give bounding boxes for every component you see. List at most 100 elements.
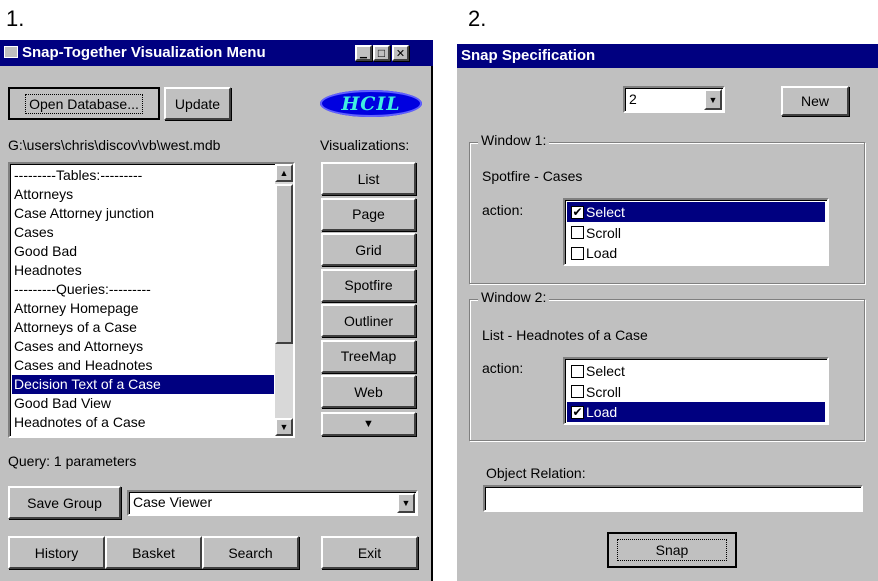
window2-action-label: action: (482, 360, 524, 376)
list-item[interactable]: Cases (12, 223, 274, 242)
window1-action-list[interactable]: ✔ Select Scroll Load (563, 198, 829, 266)
open-database-label: Open Database... (25, 93, 143, 114)
list-item[interactable]: ---------Queries:--------- (12, 280, 274, 299)
snap-label: Snap (616, 539, 728, 561)
window-edge (431, 40, 433, 581)
list-item[interactable]: Attorneys of a Case (12, 318, 274, 337)
viz-button-label: Outliner (343, 312, 394, 329)
window1-action-load[interactable]: Load (567, 243, 825, 263)
chevron-down-icon: ▼ (363, 418, 374, 430)
viz-button-treemap[interactable]: TreeMap (321, 339, 416, 373)
list-item[interactable]: Decision Text of a Case (12, 375, 274, 394)
list-item[interactable]: Headnotes (12, 261, 274, 280)
checkbox-icon[interactable] (571, 385, 584, 398)
scroll-up-button[interactable]: ▲ (275, 164, 293, 182)
history-label: History (34, 544, 79, 561)
list-item[interactable]: Good Bad View (12, 394, 274, 413)
panel-number-1: 1. (6, 6, 25, 31)
window1-label: Window 1: (478, 132, 550, 148)
checkbox-icon[interactable] (571, 226, 584, 239)
window2-label: Window 2: (478, 289, 550, 305)
list-item[interactable]: Case Attorney junction (12, 204, 274, 223)
close-icon: ✕ (395, 47, 406, 60)
more-visualizations-button[interactable]: ▼ (321, 412, 416, 436)
list-item[interactable]: Attorney Homepage (12, 299, 274, 318)
viz-button-spotfire[interactable]: Spotfire (321, 268, 416, 302)
checkbox-checked-icon[interactable]: ✔ (571, 205, 584, 219)
window1-source: Spotfire - Cases (482, 168, 583, 184)
visualizations-label: Visualizations: (320, 137, 410, 153)
maximize-button[interactable]: □ (373, 45, 390, 61)
list-scrollbar[interactable]: ▲ ▼ (275, 164, 293, 436)
snap-window-title: Snap Specification (461, 47, 596, 64)
list-item[interactable]: Headnotes of a Case (12, 413, 274, 432)
list-rows: ---------Tables:--------- Attorneys Case A… (12, 166, 274, 432)
save-group-button[interactable]: Save Group (8, 486, 121, 519)
action-label: Select (586, 204, 625, 220)
window-count-select[interactable]: 2 ▼ (623, 86, 725, 113)
list-item[interactable]: Cases and Headnotes (12, 356, 274, 375)
viz-button-list[interactable]: List (321, 162, 416, 195)
action-label: Scroll (586, 383, 622, 400)
viz-button-label: List (357, 170, 380, 187)
snap-window: Snap Specification 2 ▼ New Window 1: Spo… (455, 44, 878, 581)
update-button[interactable]: Update (164, 87, 231, 120)
window2-action-select[interactable]: Select (567, 361, 825, 381)
snap-button[interactable]: Snap (607, 532, 737, 568)
viz-button-label: Spotfire (344, 277, 393, 293)
window-count-dropdown-button[interactable]: ▼ (704, 89, 722, 110)
new-button[interactable]: New (781, 86, 849, 116)
viz-button-web[interactable]: Web (321, 375, 416, 408)
viz-button-label: Web (354, 383, 383, 400)
action-label: Scroll (586, 224, 622, 241)
checkbox-icon[interactable] (571, 246, 584, 260)
search-button[interactable]: Search (202, 536, 299, 569)
scroll-thumb[interactable] (275, 184, 293, 344)
snap-titlebar: Snap Specification (457, 44, 878, 68)
search-label: Search (228, 544, 273, 561)
group-dropdown-button[interactable]: ▼ (397, 493, 415, 513)
scroll-down-button[interactable]: ▼ (275, 418, 293, 436)
window2-action-list[interactable]: Select Scroll ✔ Load (563, 357, 829, 425)
list-item[interactable]: Cases and Attorneys (12, 337, 274, 356)
dropdown-arrow-icon: ▼ (708, 94, 718, 105)
action-label: Load (586, 404, 618, 420)
checkbox-checked-icon[interactable]: ✔ (571, 405, 584, 419)
viz-button-outliner[interactable]: Outliner (321, 304, 416, 337)
window1-action-scroll[interactable]: Scroll (567, 223, 825, 243)
close-button[interactable]: ✕ (392, 45, 409, 61)
object-relation-input[interactable] (483, 485, 863, 512)
open-database-button[interactable]: Open Database... (8, 87, 160, 120)
dropdown-arrow-icon: ▼ (401, 498, 411, 508)
viz-button-label: Grid (355, 241, 382, 258)
window-count-value: 2 (629, 91, 637, 107)
group-select[interactable]: Case Viewer ▼ (127, 490, 418, 516)
arrow-up-icon: ▲ (279, 168, 289, 178)
list-item[interactable]: ---------Tables:--------- (12, 166, 274, 185)
history-button[interactable]: History (8, 536, 105, 569)
window2-source: List - Headnotes of a Case (482, 327, 648, 343)
exit-label: Exit (357, 544, 382, 561)
minimize-icon: ▁ (360, 47, 367, 58)
viz-button-page[interactable]: Page (321, 197, 416, 231)
app-icon (4, 46, 18, 58)
viz-button-grid[interactable]: Grid (321, 233, 416, 266)
panel-number-2: 2. (468, 6, 487, 31)
action-label: Load (586, 245, 618, 261)
list-item[interactable]: Good Bad (12, 242, 274, 261)
update-label: Update (174, 95, 221, 112)
basket-button[interactable]: Basket (105, 536, 202, 569)
action-label: Select (586, 363, 625, 379)
window2-action-load[interactable]: ✔ Load (567, 402, 825, 422)
exit-button[interactable]: Exit (321, 536, 418, 569)
window1-action-select[interactable]: ✔ Select (567, 202, 825, 222)
menu-window: Snap-Together Visualization Menu ▁ □ ✕ O… (0, 40, 433, 581)
list-item[interactable]: Attorneys (12, 185, 274, 204)
window2-action-scroll[interactable]: Scroll (567, 382, 825, 402)
table-query-list[interactable]: ---------Tables:--------- Attorneys Case A… (8, 162, 295, 438)
query-status: Query: 1 parameters (8, 453, 137, 469)
checkbox-icon[interactable] (571, 364, 584, 378)
window1-action-label: action: (482, 202, 524, 218)
object-relation-label: Object Relation: (486, 465, 586, 481)
minimize-button[interactable]: ▁ (355, 45, 372, 61)
